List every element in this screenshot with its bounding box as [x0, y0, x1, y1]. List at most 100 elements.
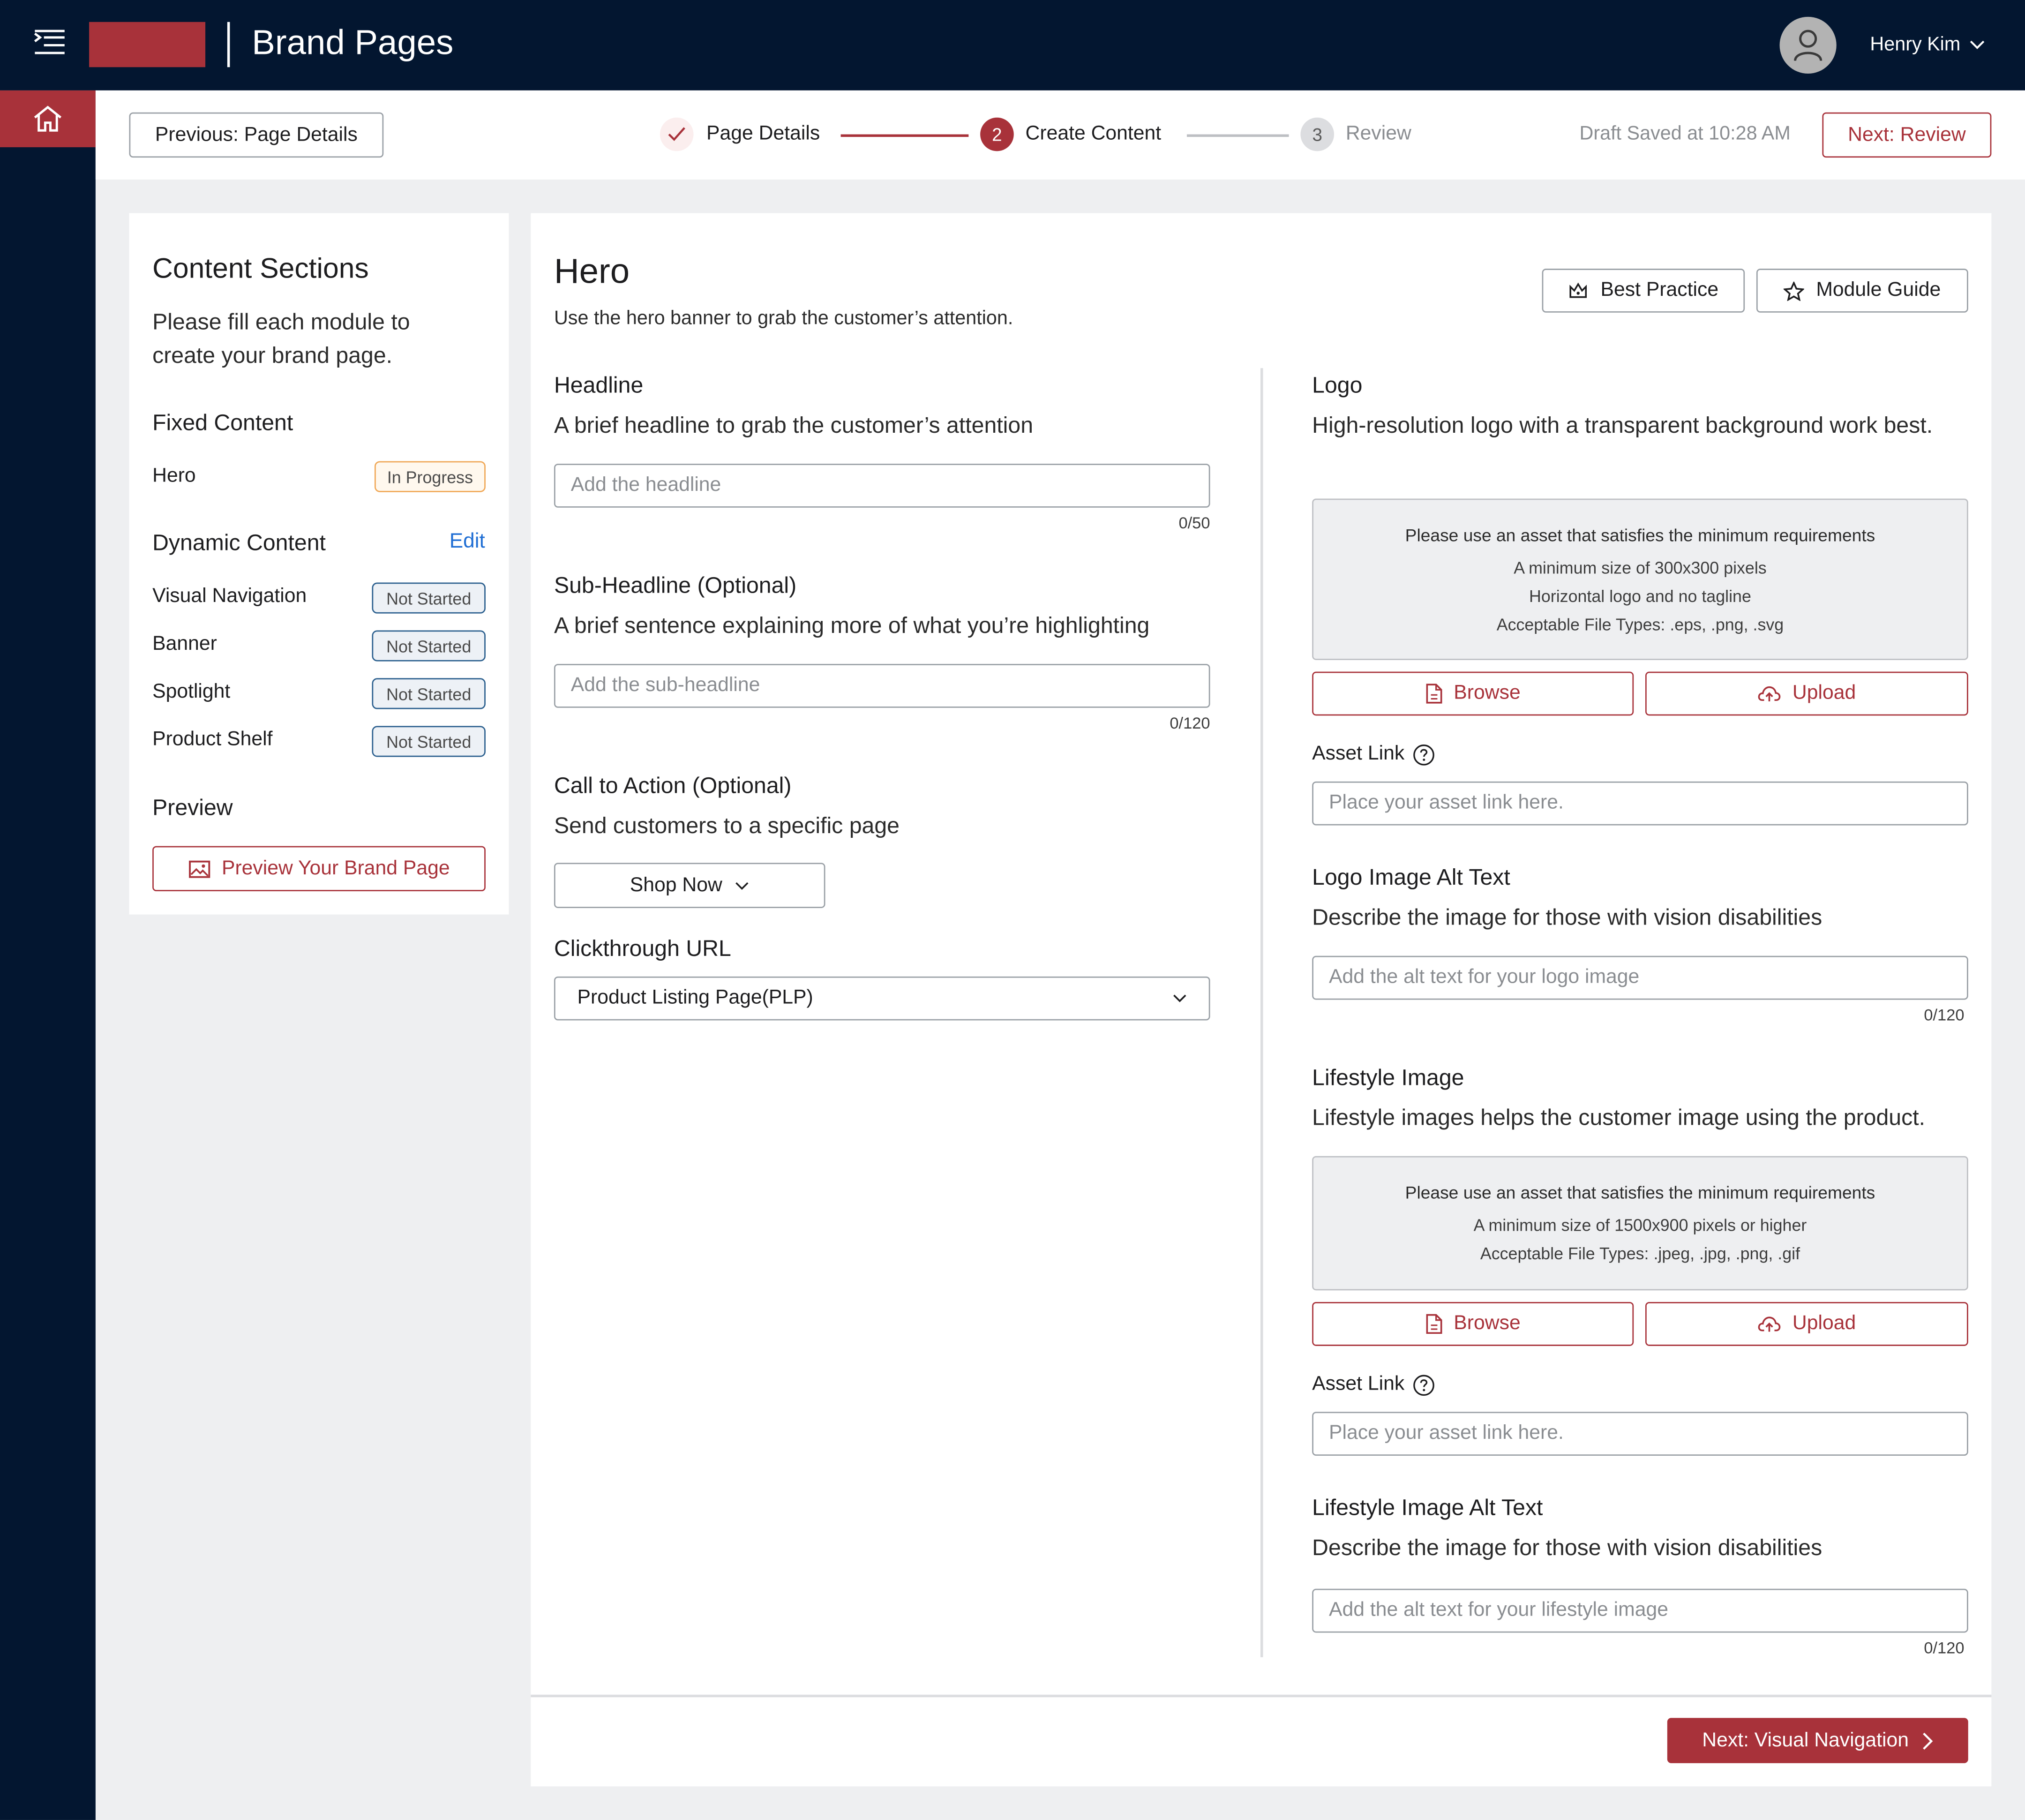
step-2-label[interactable]: Create Content [1026, 123, 1162, 146]
next-visual-navigation-label: Next: Visual Navigation [1702, 1729, 1909, 1751]
lifestyle-requirement-line: A minimum size of 1500x900 pixels or hig… [1473, 1215, 1807, 1235]
lifestyle-alt-title: Lifestyle Image Alt Text [1312, 1494, 1543, 1520]
preview-heading: Preview [152, 794, 233, 820]
image-icon [188, 860, 210, 878]
step-2-number: 2 [980, 117, 1014, 151]
chevron-right-icon [1923, 1732, 1933, 1749]
module-guide-label: Module Guide [1816, 279, 1941, 301]
previous-button[interactable]: Previous: Page Details [129, 112, 384, 158]
lifestyle-upload-label: Upload [1792, 1312, 1856, 1335]
chevron-down-icon [1173, 994, 1186, 1002]
step-3-number: 3 [1300, 117, 1335, 151]
help-circle-icon[interactable] [1412, 1374, 1434, 1396]
logo-alt-description: Describe the image for those with vision… [1312, 904, 1822, 930]
section-item-hero[interactable]: Hero [152, 465, 196, 489]
fixed-content-heading: Fixed Content [152, 409, 293, 436]
clickthrough-title: Clickthrough URL [554, 935, 731, 961]
headline-title: Headline [554, 372, 644, 398]
rail-home-button[interactable] [0, 90, 96, 148]
status-badge: Not Started [372, 678, 486, 709]
headline-counter: 0/50 [1178, 514, 1210, 533]
check-icon [668, 127, 685, 141]
edit-dynamic-link[interactable]: Edit [450, 531, 485, 554]
headline-input[interactable]: Add the headline [554, 464, 1210, 508]
lifestyle-requirement-line: Acceptable File Types: .jpeg, .jpg, .png… [1480, 1244, 1800, 1263]
clickthrough-value: Product Listing Page(PLP) [577, 986, 813, 1009]
status-badge: Not Started [372, 630, 486, 662]
brand-logo[interactable] [89, 22, 206, 68]
logo-requirements-heading: Please use an asset that satisfies the m… [1405, 526, 1875, 545]
best-practice-button[interactable]: Best Practice [1542, 269, 1745, 313]
crown-icon [1570, 282, 1588, 298]
section-item-visual-navigation[interactable]: Visual Navigation [152, 585, 307, 609]
lifestyle-browse-button[interactable]: Browse [1312, 1302, 1634, 1346]
user-icon [1794, 30, 1822, 61]
cta-title: Call to Action (Optional) [554, 772, 792, 798]
cta-description: Send customers to a specific page [554, 812, 900, 839]
section-item-banner[interactable]: Banner [152, 633, 217, 656]
logo-requirements-box: Please use an asset that satisfies the m… [1312, 498, 1968, 660]
menu-icon[interactable] [32, 30, 67, 60]
preview-brand-page-button[interactable]: Preview Your Brand Page [152, 846, 486, 892]
logo-requirement-line: Horizontal logo and no tagline [1529, 586, 1751, 606]
section-item-product-shelf[interactable]: Product Shelf [152, 729, 272, 752]
user-name[interactable]: Henry Kim [1870, 34, 1960, 56]
next-visual-navigation-button[interactable]: Next: Visual Navigation [1667, 1718, 1968, 1763]
step-connector [1186, 134, 1289, 136]
logo-alt-title: Logo Image Alt Text [1312, 864, 1510, 890]
lifestyle-asset-link-text: Asset Link [1312, 1373, 1405, 1395]
content-sections-description: Please fill each module to create your b… [152, 308, 410, 369]
column-divider [1260, 368, 1263, 1657]
lifestyle-alt-description: Describe the image for those with vision… [1312, 1534, 1822, 1561]
subheadline-title: Sub-Headline (Optional) [554, 572, 797, 598]
brand-divider [227, 22, 230, 68]
star-icon [1784, 281, 1805, 301]
lifestyle-asset-link-input[interactable]: Place your asset link here. [1312, 1412, 1968, 1456]
next-review-button[interactable]: Next: Review [1822, 112, 1992, 158]
home-icon [34, 105, 62, 132]
step-1-label[interactable]: Page Details [706, 123, 820, 146]
lifestyle-requirements-heading: Please use an asset that satisfies the m… [1405, 1183, 1875, 1203]
chevron-down-icon[interactable] [1970, 39, 1985, 51]
avatar[interactable] [1779, 16, 1837, 74]
logo-asset-link-label: Asset Link [1312, 743, 1434, 766]
cta-select[interactable]: Shop Now [554, 863, 825, 908]
step-connector [840, 134, 969, 136]
module-title: Hero [554, 252, 630, 291]
clickthrough-select[interactable]: Product Listing Page(PLP) [554, 976, 1210, 1021]
lifestyle-alt-input[interactable]: Add the alt text for your lifestyle imag… [1312, 1588, 1968, 1633]
logo-browse-button[interactable]: Browse [1312, 671, 1634, 716]
logo-asset-link-text: Asset Link [1312, 743, 1405, 765]
headline-description: A brief headline to grab the customer’s … [554, 412, 1034, 438]
logo-upload-button[interactable]: Upload [1645, 671, 1968, 716]
logo-requirement-line: A minimum size of 300x300 pixels [1514, 558, 1767, 578]
step-done-indicator [660, 117, 694, 151]
top-bar: Brand Pages Henry Kim [0, 0, 2025, 90]
logo-upload-label: Upload [1792, 682, 1856, 704]
subheadline-input[interactable]: Add the sub-headline [554, 664, 1210, 708]
dynamic-content-heading: Dynamic Content [152, 529, 326, 556]
best-practice-label: Best Practice [1600, 279, 1719, 301]
step-3-label[interactable]: Review [1346, 123, 1411, 146]
lifestyle-requirements-box: Please use an asset that satisfies the m… [1312, 1156, 1968, 1291]
subheadline-counter: 0/120 [1170, 714, 1210, 733]
subheadline-description: A brief sentence explaining more of what… [554, 612, 1150, 639]
status-badge: In Progress [374, 461, 486, 492]
help-circle-icon[interactable] [1412, 744, 1434, 766]
logo-alt-input[interactable]: Add the alt text for your logo image [1312, 955, 1968, 1000]
logo-alt-counter: 0/120 [1924, 1006, 1965, 1024]
lifestyle-alt-counter: 0/120 [1924, 1639, 1965, 1657]
cloud-upload-icon [1758, 1316, 1781, 1332]
lifestyle-upload-button[interactable]: Upload [1645, 1302, 1968, 1346]
file-icon [1425, 1314, 1442, 1334]
cta-select-value: Shop Now [630, 873, 722, 896]
cloud-upload-icon [1758, 686, 1781, 702]
file-icon [1425, 684, 1442, 704]
chevron-down-icon [735, 881, 749, 889]
module-guide-button[interactable]: Module Guide [1756, 269, 1968, 313]
section-item-spotlight[interactable]: Spotlight [152, 681, 230, 704]
logo-requirement-line: Acceptable File Types: .eps, .png, .svg [1496, 615, 1784, 634]
lifestyle-browse-label: Browse [1454, 1312, 1521, 1335]
logo-asset-link-input[interactable]: Place your asset link here. [1312, 781, 1968, 826]
preview-button-label: Preview Your Brand Page [221, 857, 450, 879]
